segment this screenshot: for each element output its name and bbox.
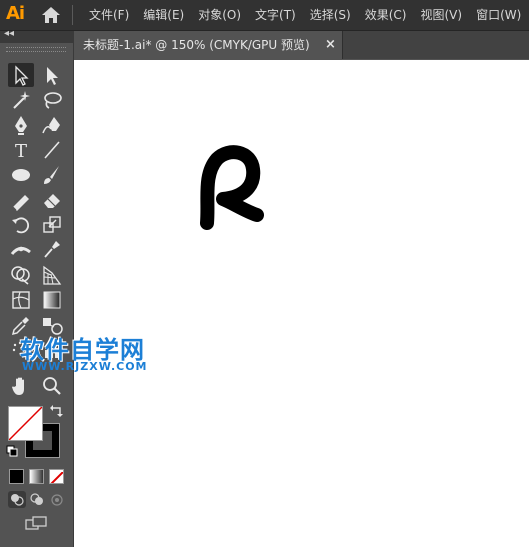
svg-text:T: T bbox=[15, 141, 27, 162]
line-segment-tool-icon[interactable] bbox=[39, 138, 65, 162]
draw-normal-button[interactable] bbox=[8, 491, 26, 508]
watermark-url: WWW.RJZXW.COM bbox=[22, 360, 148, 373]
eraser-tool-icon[interactable] bbox=[39, 188, 65, 212]
app-logo: Ai bbox=[6, 3, 25, 24]
perspective-grid-tool-icon[interactable] bbox=[39, 263, 65, 287]
watermark: 软件自学网 WWW.RJZXW.COM bbox=[20, 330, 180, 378]
shape-builder-tool-icon[interactable] bbox=[8, 263, 34, 287]
paintbrush-tool-icon[interactable] bbox=[39, 163, 65, 187]
mesh-tool-icon[interactable] bbox=[8, 288, 34, 312]
pen-tool-icon[interactable] bbox=[8, 113, 34, 137]
menu-object[interactable]: 对象(O) bbox=[191, 0, 248, 30]
scale-tool-icon[interactable] bbox=[39, 213, 65, 237]
document-tab-strip: 未标题-1.ai* @ 150% (CMYK/GPU 预览) × bbox=[74, 31, 529, 59]
draw-inside-button[interactable] bbox=[48, 491, 66, 508]
menu-divider bbox=[72, 5, 73, 25]
default-fill-stroke-icon[interactable] bbox=[6, 445, 18, 457]
type-tool-icon[interactable]: T bbox=[8, 138, 34, 162]
menu-type[interactable]: 文字(T) bbox=[248, 0, 303, 30]
tools-panel-header: ◂◂ bbox=[0, 28, 73, 43]
draw-behind-button[interactable] bbox=[28, 491, 46, 508]
draw-behind-icon bbox=[30, 493, 43, 505]
screen-mode-icon[interactable] bbox=[24, 515, 48, 531]
draw-inside-icon bbox=[51, 494, 63, 506]
close-icon[interactable]: × bbox=[325, 31, 336, 59]
collapse-icon[interactable]: ◂◂ bbox=[4, 28, 14, 39]
drawing-modes bbox=[6, 491, 66, 509]
panel-grip[interactable] bbox=[6, 47, 66, 52]
menu-bar: Ai 文件(F) 编辑(E) 对象(O) 文字(T) 选择(S) 效果(C) 视… bbox=[0, 0, 529, 31]
home-icon[interactable] bbox=[41, 6, 61, 24]
brush-stroke-artwork[interactable] bbox=[189, 145, 269, 240]
draw-normal-icon bbox=[11, 494, 24, 506]
rotate-tool-icon[interactable] bbox=[8, 213, 34, 237]
artboard-canvas[interactable] bbox=[74, 60, 529, 547]
menu-select[interactable]: 选择(S) bbox=[303, 0, 358, 30]
magic-wand-tool-icon[interactable] bbox=[8, 88, 34, 112]
tools-panel: ◂◂ T bbox=[0, 28, 74, 547]
color-mode-button[interactable] bbox=[9, 469, 24, 484]
gradient-tool-icon[interactable] bbox=[39, 288, 65, 312]
document-tab[interactable]: 未标题-1.ai* @ 150% (CMYK/GPU 预览) × bbox=[74, 31, 343, 59]
menu-effect[interactable]: 效果(C) bbox=[358, 0, 414, 30]
gradient-mode-button[interactable] bbox=[29, 469, 44, 484]
none-mode-button[interactable] bbox=[49, 469, 64, 484]
menu-view[interactable]: 视图(V) bbox=[413, 0, 469, 30]
none-slash-icon bbox=[50, 471, 63, 483]
none-slash-icon bbox=[9, 407, 42, 440]
selection-tool-icon[interactable] bbox=[8, 63, 34, 87]
curvature-tool-icon[interactable] bbox=[39, 113, 65, 137]
menu-window[interactable]: 窗口(W) bbox=[469, 0, 528, 30]
menu-file[interactable]: 文件(F) bbox=[82, 0, 136, 30]
puppet-warp-tool-icon[interactable] bbox=[39, 238, 65, 262]
swap-fill-stroke-icon[interactable] bbox=[49, 404, 63, 418]
menu-edit[interactable]: 编辑(E) bbox=[136, 0, 191, 30]
fill-color-swatch[interactable] bbox=[8, 406, 43, 441]
shaper-tool-icon[interactable] bbox=[8, 188, 34, 212]
direct-selection-tool-icon[interactable] bbox=[39, 63, 65, 87]
ellipse-tool-icon[interactable] bbox=[8, 163, 34, 187]
document-tab-title: 未标题-1.ai* @ 150% (CMYK/GPU 预览) bbox=[83, 38, 310, 52]
width-tool-icon[interactable] bbox=[8, 238, 34, 262]
menu-items: 文件(F) 编辑(E) 对象(O) 文字(T) 选择(S) 效果(C) 视图(V… bbox=[82, 0, 528, 30]
lasso-tool-icon[interactable] bbox=[39, 88, 65, 112]
